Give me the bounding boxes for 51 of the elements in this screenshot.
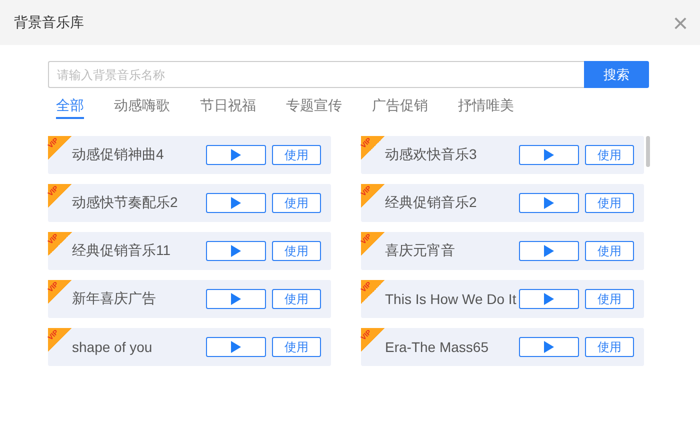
track-title: shape of you: [72, 339, 154, 355]
close-button[interactable]: ×: [672, 10, 688, 36]
track-title: 新年喜庆广告: [72, 290, 157, 308]
play-button[interactable]: [206, 241, 266, 261]
use-button[interactable]: 使用: [272, 193, 321, 213]
use-button[interactable]: 使用: [272, 289, 321, 309]
play-icon: [231, 245, 241, 257]
use-button[interactable]: 使用: [585, 337, 634, 357]
category-tab[interactable]: 动感嗨歌: [114, 95, 170, 119]
play-button[interactable]: [206, 193, 266, 213]
play-icon: [231, 293, 241, 305]
play-button[interactable]: [519, 193, 579, 213]
track-title: 喜庆元宵音: [385, 242, 456, 260]
use-button[interactable]: 使用: [272, 145, 321, 165]
play-button[interactable]: [519, 289, 579, 309]
category-tab[interactable]: 全部: [56, 95, 84, 119]
play-icon: [544, 293, 554, 305]
play-button[interactable]: [519, 145, 579, 165]
play-button[interactable]: [206, 289, 266, 309]
play-icon: [544, 197, 554, 209]
track-title: 经典促销音乐11: [72, 242, 172, 260]
search-field[interactable]: 请输入背景音乐名称: [48, 61, 584, 88]
search-button[interactable]: 搜索: [584, 61, 649, 88]
track-title: 经典促销音乐2: [385, 194, 478, 212]
play-button[interactable]: [206, 337, 266, 357]
track-title: Era-The Mass65: [385, 339, 490, 355]
category-tab[interactable]: 专题宣传: [286, 95, 342, 119]
category-tab[interactable]: 节日祝福: [200, 95, 256, 119]
play-icon: [231, 341, 241, 353]
track-title: 动感快节奏配乐2: [72, 194, 179, 212]
use-button[interactable]: 使用: [585, 241, 634, 261]
play-icon: [544, 149, 554, 161]
play-button[interactable]: [206, 145, 266, 165]
use-button[interactable]: 使用: [272, 337, 321, 357]
play-button[interactable]: [519, 337, 579, 357]
play-button[interactable]: [519, 241, 579, 261]
play-icon: [231, 149, 241, 161]
use-button[interactable]: 使用: [585, 145, 634, 165]
category-tab[interactable]: 抒情唯美: [458, 95, 514, 119]
play-icon: [231, 197, 241, 209]
play-icon: [544, 245, 554, 257]
use-button[interactable]: 使用: [585, 289, 634, 309]
track-title: 动感促销神曲4: [72, 146, 165, 164]
use-button[interactable]: 使用: [585, 193, 634, 213]
category-tab[interactable]: 广告促销: [372, 95, 428, 119]
window-title: 背景音乐库: [14, 14, 84, 32]
play-icon: [544, 341, 554, 353]
scrollbar[interactable]: [646, 136, 650, 167]
track-title: 动感欢快音乐3: [385, 146, 478, 164]
track-title: This Is How We Do It: [385, 291, 518, 307]
use-button[interactable]: 使用: [272, 241, 321, 261]
